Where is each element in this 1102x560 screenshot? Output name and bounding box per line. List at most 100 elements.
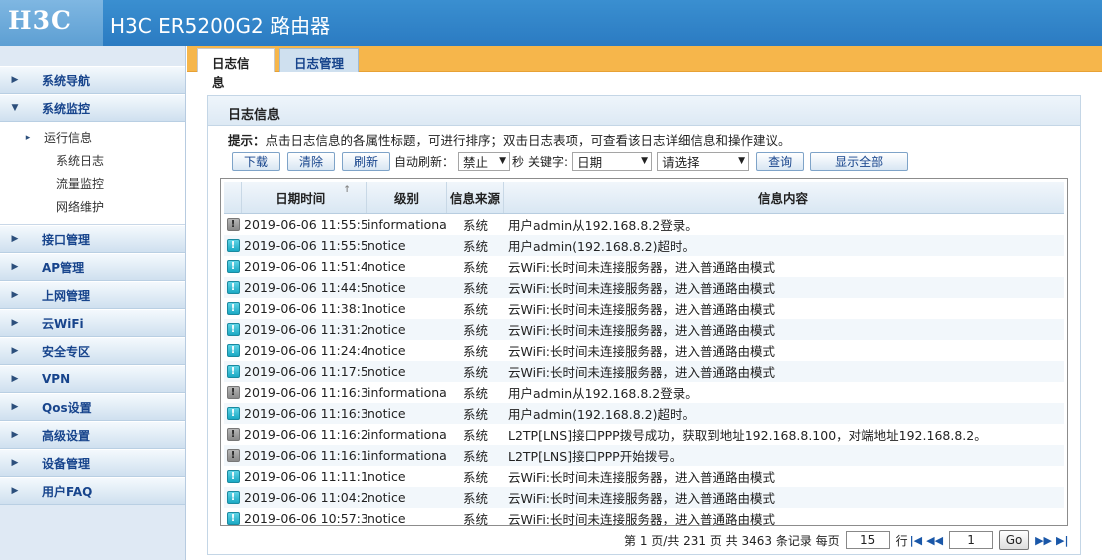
- table-row[interactable]: ! 2019-06-06 11:44:56 notice 系统 云WiFi:长时间未连接…: [224, 277, 1064, 298]
- prev-page-icon[interactable]: ◀◀: [926, 534, 943, 547]
- table-row[interactable]: ! 2019-06-06 11:51:42 notice 系统 云WiFi:长时间未连接…: [224, 256, 1064, 277]
- sidebar-subitem-system-log[interactable]: 系统日志: [0, 149, 185, 172]
- col-message[interactable]: 信息内容: [504, 182, 1062, 213]
- sidebar-item-internet[interactable]: ▶ 上网管理: [0, 281, 185, 309]
- chevron-down-icon: ▼: [499, 156, 507, 166]
- rows-label: 行: [895, 533, 908, 548]
- sidebar-item-interface[interactable]: ▶ 接口管理: [0, 225, 185, 253]
- table-row[interactable]: ! 2019-06-06 11:16:19 informational 系统 L2TP[…: [224, 445, 1064, 466]
- sidebar-item-system-nav[interactable]: ▶ 系统导航: [0, 66, 185, 94]
- cell-datetime: 2019-06-06 11:17:56: [244, 364, 367, 379]
- tab-log-manage[interactable]: 日志管理: [279, 48, 359, 72]
- info-level-icon: !: [226, 428, 240, 441]
- table-row[interactable]: ! 2019-06-06 11:11:12 notice 系统 云WiFi:长时间未连接…: [224, 466, 1064, 487]
- auto-refresh-select[interactable]: 禁止 ▼: [458, 151, 511, 171]
- sidebar-subitem-label: 系统日志: [56, 154, 105, 168]
- table-row[interactable]: ! 2019-06-06 11:31:27 notice 系统 云WiFi:长时间未连接…: [224, 319, 1064, 340]
- keyword-field-select[interactable]: 日期 ▼: [572, 151, 653, 171]
- page-input[interactable]: 1: [949, 531, 994, 549]
- log-toolbar: 下载 清除 刷新 自动刷新： 禁止 ▼ 秒 关键字: 日期 ▼ 请选择 ▼ 查询…: [232, 150, 909, 172]
- sidebar-item-qos[interactable]: ▶ Qos设置: [0, 393, 185, 421]
- notice-level-icon: !: [226, 239, 240, 252]
- notice-level-icon: !: [226, 260, 240, 273]
- show-all-button[interactable]: 显示全部: [810, 151, 909, 171]
- sidebar-item-cloud-wifi[interactable]: ▶ 云WiFi: [0, 309, 185, 337]
- cell-datetime: 2019-06-06 10:57:39: [244, 511, 367, 526]
- notice-level-icon: !: [226, 302, 240, 315]
- sidebar-subitem-run-info[interactable]: ▸ 运行信息: [0, 126, 185, 149]
- col-level[interactable]: 级别: [367, 182, 447, 213]
- table-row[interactable]: ! 2019-06-06 10:57:39 notice 系统 云WiFi:长时间未连接…: [224, 508, 1064, 526]
- sidebar-item-vpn[interactable]: ▶ VPN: [0, 365, 185, 393]
- table-row[interactable]: ! 2019-06-06 11:24:41 notice 系统 云WiFi:长时间未连接…: [224, 340, 1064, 361]
- info-level-icon: !: [226, 386, 240, 399]
- chevron-down-icon: ▼: [11, 103, 19, 113]
- first-page-icon[interactable]: |◀: [910, 534, 922, 547]
- keyword-value-select[interactable]: 请选择 ▼: [657, 151, 750, 171]
- table-row[interactable]: ! 2019-06-06 11:16:21 informational 系统 L2TP[…: [224, 424, 1064, 445]
- table-row[interactable]: ! 2019-06-06 11:38:11 notice 系统 云WiFi:长时间未连接…: [224, 298, 1064, 319]
- table-row[interactable]: ! 2019-06-06 11:04:26 notice 系统 云WiFi:长时间未连接…: [224, 487, 1064, 508]
- refresh-button[interactable]: 刷新: [342, 151, 390, 171]
- sidebar-item-security[interactable]: ▶ 安全专区: [0, 337, 185, 365]
- table-row[interactable]: ! 2019-06-06 11:55:56 informational 系统 用户adm…: [224, 214, 1064, 235]
- query-button[interactable]: 查询: [756, 151, 805, 171]
- sidebar-item-label: 设备管理: [42, 456, 91, 471]
- hint-text: 提示：点击日志信息的各属性标题，可进行排序；双击日志表项，可查看该日志详细信息和…: [228, 130, 791, 149]
- cell-level: notice: [367, 280, 406, 295]
- tab-log-info[interactable]: 日志信息: [197, 48, 275, 90]
- table-row[interactable]: ! 2019-06-06 11:17:56 notice 系统 云WiFi:长时间未连接…: [224, 361, 1064, 382]
- sidebar-top-gap: [0, 46, 185, 66]
- cell-level: notice: [367, 301, 406, 316]
- level-icon-cell: !: [224, 323, 242, 336]
- next-page-icon[interactable]: ▶▶: [1035, 534, 1052, 547]
- cell-source: 系统: [462, 365, 488, 380]
- sidebar-subitem-traffic-monitor[interactable]: 流量监控: [0, 172, 185, 195]
- sidebar-subitem-network-maint[interactable]: 网络维护: [0, 195, 185, 218]
- table-body: ! 2019-06-06 11:55:56 informational 系统 用户adm…: [224, 214, 1064, 526]
- table-row[interactable]: ! 2019-06-06 11:55:56 notice 系统 用户admin(192.…: [224, 235, 1064, 256]
- go-button[interactable]: Go: [999, 530, 1030, 550]
- cell-message: 云WiFi:长时间未连接服务器，进入普通路由模式: [508, 344, 776, 359]
- table-row[interactable]: ! 2019-06-06 11:16:32 notice 系统 用户admin(192.…: [224, 403, 1064, 424]
- keyword-field-value: 日期: [577, 154, 603, 170]
- sidebar-item-ap[interactable]: ▶ AP管理: [0, 253, 185, 281]
- table-row[interactable]: ! 2019-06-06 11:16:32 informational 系统 用户adm…: [224, 382, 1064, 403]
- cell-source: 系统: [462, 344, 488, 359]
- log-table-frame[interactable]: 日期时间 级别 信息来源 信息内容 !2019-06-06 11:55:56in…: [220, 178, 1068, 526]
- sidebar-item-device[interactable]: ▶ 设备管理: [0, 449, 185, 477]
- cell-message: 云WiFi:长时间未连接服务器，进入普通路由模式: [508, 323, 776, 338]
- notice-level-icon: !: [226, 365, 240, 378]
- cell-message: 云WiFi:长时间未连接服务器，进入普通路由模式: [508, 365, 776, 380]
- sidebar-item-advanced[interactable]: ▶ 高级设置: [0, 421, 185, 449]
- notice-level-icon: !: [226, 323, 240, 336]
- cell-datetime: 2019-06-06 11:11:12: [244, 469, 367, 484]
- tab-bar: 日志信息 日志管理: [187, 46, 1102, 90]
- cell-level: informational: [367, 427, 447, 442]
- sidebar-item-label: 系统导航: [42, 73, 91, 88]
- cell-message: 用户admin从192.168.8.2登录。: [508, 386, 698, 401]
- col-source[interactable]: 信息来源: [447, 182, 504, 213]
- sidebar-item-faq[interactable]: ▶ 用户FAQ: [0, 477, 185, 505]
- per-page-input[interactable]: 15: [845, 531, 890, 549]
- table-header: 日期时间 级别 信息来源 信息内容: [224, 182, 1064, 214]
- cell-datetime: 2019-06-06 11:51:42: [244, 259, 367, 274]
- level-icon-cell: !: [224, 344, 242, 357]
- level-icon-cell: !: [224, 302, 242, 315]
- chevron-right-icon: ▸: [25, 132, 31, 143]
- sidebar-item-label: AP管理: [42, 260, 85, 275]
- sidebar-item-system-monitor[interactable]: ▼ 系统监控: [0, 94, 185, 122]
- cell-level: informational: [367, 217, 447, 232]
- level-icon-cell: !: [224, 239, 242, 252]
- notice-level-icon: !: [226, 491, 240, 504]
- log-info-panel: 日志信息 提示：点击日志信息的各属性标题，可进行排序；双击日志表项，可查看该日志…: [207, 95, 1081, 555]
- cell-source: 系统: [462, 386, 488, 401]
- chevron-right-icon: ▶: [11, 75, 19, 85]
- clear-button[interactable]: 清除: [287, 151, 335, 171]
- level-icon-cell: !: [224, 281, 242, 294]
- col-datetime[interactable]: 日期时间: [242, 182, 367, 213]
- last-page-icon[interactable]: ▶|: [1056, 534, 1068, 547]
- log-table: 日期时间 级别 信息来源 信息内容 !2019-06-06 11:55:56in…: [224, 182, 1064, 526]
- download-button[interactable]: 下载: [232, 151, 280, 171]
- notice-level-icon: !: [226, 344, 240, 357]
